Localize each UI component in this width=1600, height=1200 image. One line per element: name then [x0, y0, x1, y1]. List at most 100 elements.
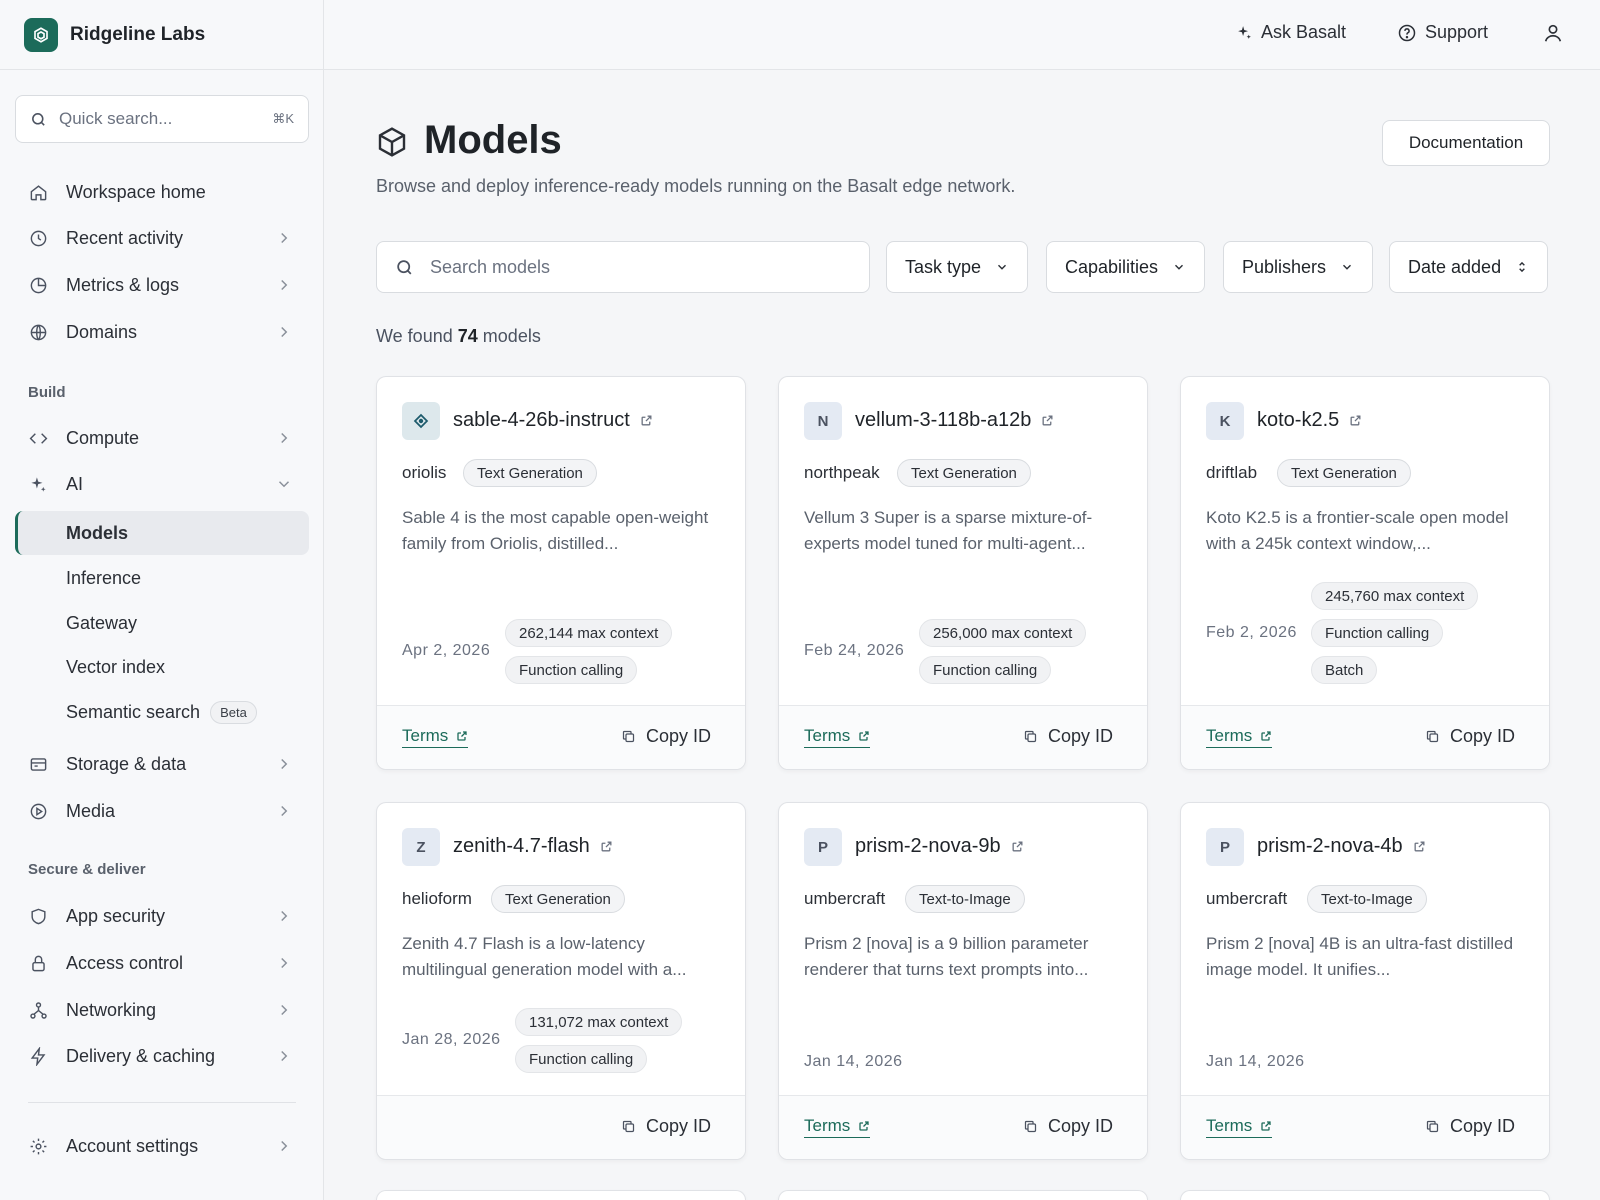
clock-icon: [27, 227, 49, 249]
user-menu-button[interactable]: [1542, 22, 1572, 44]
capability-chip: Batch: [1311, 656, 1378, 684]
sidebar-item-delivery-caching[interactable]: Delivery & caching: [15, 1034, 309, 1078]
model-name-link[interactable]: vellum-3-118b-a12b: [855, 409, 1054, 432]
task-tag: Text-to-Image: [1307, 885, 1427, 913]
model-name-link[interactable]: prism-2-nova-9b: [855, 835, 1024, 858]
sidebar-item-access-control[interactable]: Access control: [15, 941, 309, 985]
search-models-input[interactable]: Search models: [376, 241, 870, 293]
sidebar-item-storage-data[interactable]: Storage & data: [15, 742, 309, 786]
sidebar-item-label: App security: [66, 905, 166, 926]
network-icon: [27, 999, 49, 1021]
model-name-link[interactable]: koto-k2.5: [1257, 409, 1362, 432]
task-tag: Text Generation: [463, 459, 597, 487]
copy-icon: [1024, 1120, 1037, 1133]
card-footer: Terms Copy ID: [377, 705, 745, 769]
model-card-partial[interactable]: [376, 1190, 746, 1200]
terms-link[interactable]: Terms: [1206, 1116, 1273, 1138]
sidebar-item-semantic-search[interactable]: Semantic search Beta: [15, 690, 309, 734]
terms-label: Terms: [804, 1116, 851, 1135]
filter-label: Publishers: [1242, 256, 1327, 277]
external-link-icon: [1012, 841, 1023, 852]
chevron-right-icon: [281, 910, 288, 922]
terms-link[interactable]: Terms: [402, 726, 469, 748]
sparkle-icon: [27, 473, 49, 495]
publishers-filter[interactable]: Publishers: [1223, 241, 1374, 293]
model-card-prism-9b[interactable]: P prism-2-nova-9b umbercraft Text-to-Ima…: [778, 802, 1148, 1160]
model-card-vellum[interactable]: N vellum-3-118b-a12b northpeak Text Gene…: [778, 376, 1148, 770]
gear-icon: [27, 1135, 49, 1157]
task-type-filter[interactable]: Task type: [886, 241, 1029, 293]
chevron-right-icon: [281, 758, 288, 770]
sidebar-item-app-security[interactable]: App security: [15, 894, 309, 938]
sidebar-item-media[interactable]: Media: [15, 789, 309, 833]
copy-id-button[interactable]: Copy ID: [1023, 726, 1113, 747]
filter-label: Date added: [1408, 256, 1502, 277]
model-name-link[interactable]: prism-2-nova-4b: [1257, 835, 1426, 858]
sidebar-divider: [28, 1102, 296, 1103]
sidebar-item-networking[interactable]: Networking: [15, 988, 309, 1032]
filter-label: Capabilities: [1065, 256, 1159, 277]
model-name-link[interactable]: sable-4-26b-instruct: [453, 409, 653, 432]
terms-label: Terms: [1206, 726, 1253, 745]
model-card-partial[interactable]: [1180, 1190, 1550, 1200]
terms-link[interactable]: Terms: [804, 726, 871, 748]
capability-chip: Function calling: [1311, 619, 1444, 647]
model-description: Prism 2 [nova] 4B is an ultra-fast disti…: [1206, 934, 1514, 979]
copy-id-button[interactable]: Copy ID: [621, 1116, 711, 1137]
support-button[interactable]: Support: [1397, 22, 1488, 43]
model-card-koto[interactable]: K koto-k2.5 driftlab Text Generation Kot…: [1180, 376, 1550, 770]
lock-icon: [27, 952, 49, 974]
date-added-sort[interactable]: Date added: [1389, 241, 1549, 293]
user-icon: [1544, 24, 1562, 42]
capabilities-filter[interactable]: Capabilities: [1046, 241, 1206, 293]
external-link-icon: [859, 731, 869, 741]
model-description: Zenith 4.7 Flash is a low-latency multil…: [402, 934, 687, 979]
model-name-link[interactable]: zenith-4.7-flash: [453, 835, 613, 858]
external-link-icon: [1261, 731, 1271, 741]
terms-link[interactable]: Terms: [1206, 726, 1273, 748]
sidebar-item-compute[interactable]: Compute: [15, 416, 309, 460]
external-link-icon: [1414, 841, 1425, 852]
section-heading-secure-deliver: Secure & deliver: [28, 861, 146, 878]
copy-id-label: Copy ID: [1449, 1116, 1515, 1136]
cube-icon: [378, 127, 406, 157]
shield-icon: [27, 905, 49, 927]
card-footer: Terms Copy ID: [779, 705, 1147, 769]
sidebar-item-label: Workspace home: [66, 181, 206, 202]
copy-id-button[interactable]: Copy ID: [1023, 1116, 1113, 1137]
copy-id-button[interactable]: Copy ID: [1425, 1116, 1515, 1137]
card-footer: Copy ID: [377, 1095, 745, 1159]
copy-id-button[interactable]: Copy ID: [621, 726, 711, 747]
sidebar-item-gateway[interactable]: Gateway: [15, 601, 309, 645]
model-card-zenith[interactable]: Z zenith-4.7-flash helioform Text Genera…: [376, 802, 746, 1160]
sidebar-item-vector-index[interactable]: Vector index: [15, 645, 309, 689]
play-circle-icon: [27, 800, 49, 822]
copy-id-button[interactable]: Copy ID: [1425, 726, 1515, 747]
sidebar-item-metrics-logs[interactable]: Metrics & logs: [15, 263, 309, 307]
brand[interactable]: Ridgeline Labs: [0, 0, 323, 70]
quick-search-input[interactable]: Quick search... ⌘K: [15, 95, 309, 143]
documentation-button[interactable]: Documentation: [1382, 120, 1550, 166]
external-link-icon: [641, 415, 652, 426]
chevron-down-icon: [998, 264, 1007, 270]
diamond-logo-icon: [413, 413, 429, 429]
copy-icon: [622, 1120, 635, 1133]
model-card-prism-4b[interactable]: P prism-2-nova-4b umbercraft Text-to-Ima…: [1180, 802, 1550, 1160]
sidebar-item-workspace-home[interactable]: Workspace home: [15, 170, 309, 214]
sidebar-item-recent-activity[interactable]: Recent activity: [15, 216, 309, 260]
sidebar-item-models[interactable]: Models: [15, 511, 309, 555]
brand-name: Ridgeline Labs: [70, 23, 206, 45]
task-tag: Text Generation: [1277, 459, 1411, 487]
sidebar-item-account-settings[interactable]: Account settings: [15, 1124, 309, 1168]
model-card-sable[interactable]: sable-4-26b-instruct oriolis Text Genera…: [376, 376, 746, 770]
ask-basalt-button[interactable]: Ask Basalt: [1236, 22, 1346, 43]
sidebar-item-inference[interactable]: Inference: [15, 556, 309, 600]
model-card-partial[interactable]: [778, 1190, 1148, 1200]
sidebar-item-domains[interactable]: Domains: [15, 310, 309, 354]
capability-chip: Function calling: [505, 656, 638, 684]
terms-link[interactable]: Terms: [804, 1116, 871, 1138]
publisher: oriolis: [402, 463, 447, 482]
chevron-right-icon: [281, 1050, 288, 1062]
sidebar-item-ai[interactable]: AI: [15, 462, 309, 506]
model-avatar: P: [1206, 828, 1244, 866]
